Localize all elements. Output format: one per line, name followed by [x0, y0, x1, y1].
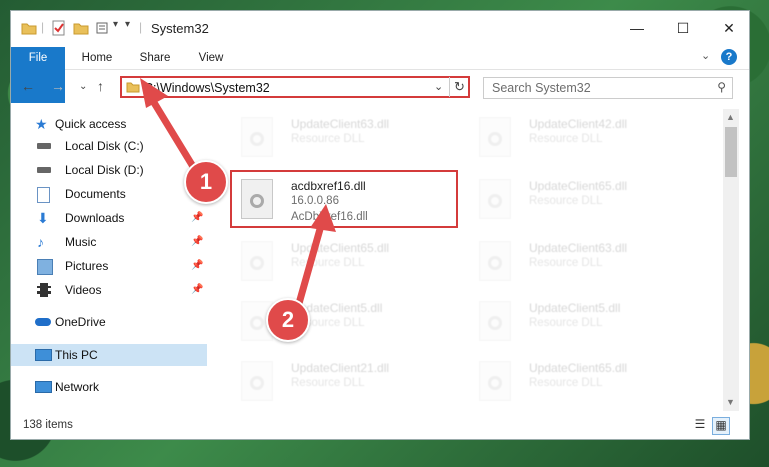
arrow-2 — [292, 218, 326, 318]
arrow-2-head — [310, 204, 336, 232]
arrow-1-head — [140, 78, 168, 108]
callout-badge-1: 1 — [184, 160, 228, 204]
callout-badge-2: 2 — [266, 298, 310, 342]
callout-arrows — [140, 78, 336, 318]
